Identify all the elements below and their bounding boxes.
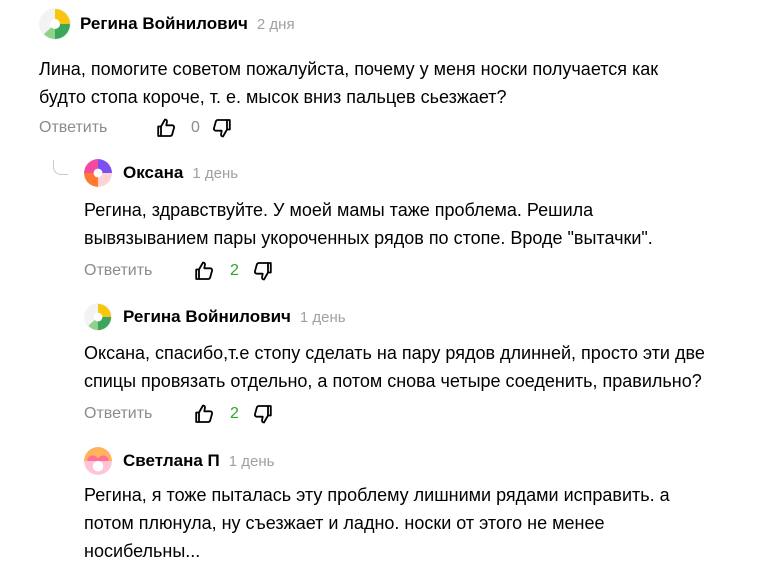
comment-header: Регина Войнилович 2 дня — [39, 8, 295, 40]
author-name[interactable]: Светлана П — [123, 451, 220, 471]
avatar-icon[interactable] — [84, 159, 112, 187]
avatar-icon[interactable] — [84, 303, 112, 331]
thread-connector — [53, 160, 68, 175]
avatar-icon[interactable] — [39, 8, 71, 40]
comment-text: Лина, помогите советом пожалуйста, почем… — [39, 55, 679, 111]
comment-header: Оксана 1 день — [84, 157, 238, 189]
comment-date: 1 день — [299, 308, 346, 326]
comment-header: Регина Войнилович 1 день — [84, 301, 346, 333]
comment-date: 1 день — [228, 452, 275, 470]
like-count: 2 — [229, 405, 239, 422]
author-name[interactable]: Регина Войнилович — [123, 307, 291, 327]
reply-button[interactable]: Ответить — [84, 405, 152, 423]
thumbs-up-icon[interactable] — [192, 402, 216, 426]
comment-text-line: потом плюнула, ну съезжает и ладно. носк… — [84, 513, 605, 533]
like-count: 2 — [229, 262, 239, 279]
author-name[interactable]: Оксана — [123, 163, 183, 183]
comment-text: Регина, здравствуйте. У моей мамы таже п… — [84, 196, 724, 252]
comment-text: Регина, я тоже пыталась эту проблему лиш… — [84, 481, 724, 565]
comment-text-line: спицы провязать отдельно, а потом снова … — [84, 371, 702, 391]
avatar-icon[interactable] — [84, 447, 112, 475]
comment-text-line: Регина, здравствуйте. У моей мамы таже п… — [84, 200, 594, 220]
reply-button[interactable]: Ответить — [84, 262, 152, 280]
comment-text-line: вывязыванием пары укороченных рядов по с… — [84, 228, 653, 248]
comment-date: 1 день — [192, 164, 239, 182]
comment-text: Оксана, спасибо,т.е стопу сделать на пар… — [84, 339, 724, 395]
thumbs-down-icon[interactable] — [210, 116, 234, 140]
comment-header: Светлана П 1 день — [84, 445, 274, 477]
comment-actions: Ответить 0 — [39, 114, 234, 142]
comment-actions: Ответить 2 — [84, 400, 275, 428]
like-count: 0 — [190, 119, 200, 136]
comment-text-line: Лина, помогите советом пожалуйста, почем… — [39, 59, 659, 79]
thumbs-down-icon[interactable] — [251, 402, 275, 426]
comment-text-line: Регина, я тоже пыталась эту проблему лиш… — [84, 485, 670, 505]
author-name[interactable]: Регина Войнилович — [80, 14, 248, 34]
thumbs-down-icon[interactable] — [251, 259, 275, 283]
comment-text-line: Оксана, спасибо,т.е стопу сделать на пар… — [84, 343, 705, 363]
reply-button[interactable]: Ответить — [39, 119, 107, 137]
comment-actions: Ответить 2 — [84, 257, 275, 285]
comment-date: 2 дня — [256, 15, 295, 33]
comment-text-line: будто стопа короче, т. е. мысок вниз пал… — [39, 87, 507, 107]
thumbs-up-icon[interactable] — [192, 259, 216, 283]
thumbs-up-icon[interactable] — [154, 116, 178, 140]
